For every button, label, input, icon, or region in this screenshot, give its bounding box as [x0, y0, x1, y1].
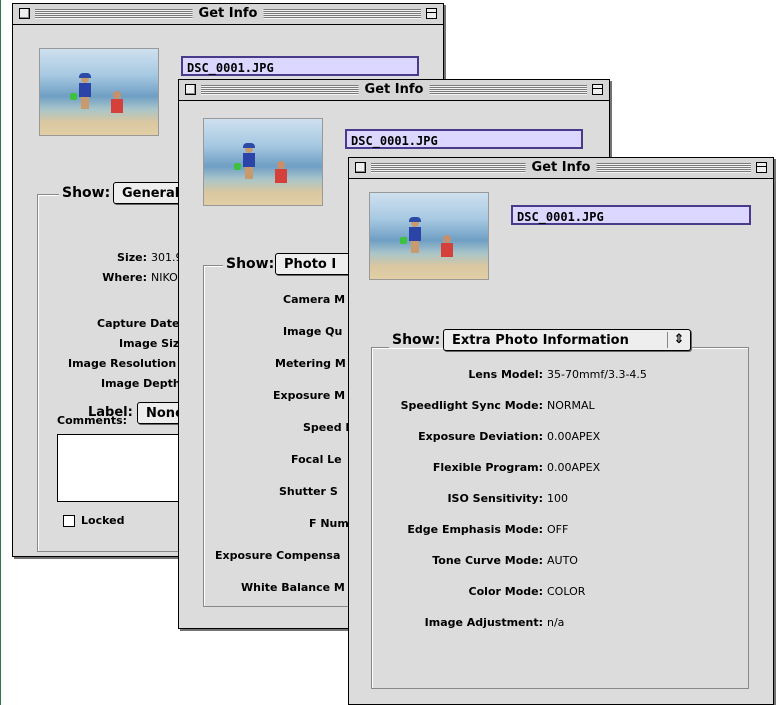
row-value: 0.00APEX: [547, 461, 601, 474]
row-label: Edge Emphasis Mode:: [407, 523, 543, 536]
show-popup-value: Extra Photo Information: [452, 333, 629, 348]
row-label: Exposure Deviation:: [418, 430, 543, 443]
row-label: Lens Model:: [468, 368, 543, 381]
f-number-label: F Num: [309, 517, 349, 530]
window-title: Get Info: [192, 5, 264, 23]
filename-field[interactable]: DSC_0001.JPG: [181, 56, 419, 76]
window-title: Get Info: [358, 81, 430, 99]
show-popup[interactable]: Extra Photo Information ⇕: [443, 329, 691, 351]
row-label: Image Adjustment:: [424, 616, 543, 629]
row-value: AUTO: [547, 554, 578, 567]
show-label: Show:: [389, 332, 444, 348]
metering-mode-label: Metering M: [275, 357, 346, 370]
exposure-mode-label: Exposure M: [273, 389, 346, 402]
row-value: 100: [547, 492, 568, 505]
photo-thumbnail: [39, 48, 159, 136]
get-info-window-extra[interactable]: Get Info DSC_0001.JPG Show: Extra Photo …: [348, 157, 774, 705]
title-bar[interactable]: Get Info: [349, 158, 773, 179]
row-label: Color Mode:: [468, 585, 543, 598]
row-value: 35-70mmf/3.3-4.5: [547, 368, 647, 381]
image-quality-label: Image Qu: [283, 325, 343, 338]
window-title: Get Info: [525, 159, 597, 177]
row-label: Speedlight Sync Mode:: [400, 399, 543, 412]
row-value: OFF: [547, 523, 569, 536]
where-label: Where:: [102, 271, 147, 284]
zoom-box-icon[interactable]: [592, 84, 603, 95]
left-edge-rule: [0, 0, 1, 705]
show-label: Show:: [59, 185, 114, 201]
photo-thumbnail: [369, 192, 489, 280]
row-label: ISO Sensitivity:: [447, 492, 543, 505]
title-bar[interactable]: Get Info: [13, 4, 443, 25]
size-label: Size:: [117, 251, 147, 264]
exposure-compensation-label: Exposure Compensa: [215, 549, 341, 562]
white-balance-label: White Balance M: [241, 581, 345, 594]
close-box-icon[interactable]: [19, 8, 30, 19]
updown-arrow-icon: ⇕: [667, 332, 690, 348]
camera-model-label: Camera M: [283, 293, 346, 306]
row-label: Tone Curve Mode:: [432, 554, 543, 567]
close-box-icon[interactable]: [185, 84, 196, 95]
locked-checkbox[interactable]: [63, 515, 75, 527]
capture-date-label: Capture Date: [97, 317, 180, 330]
comments-textarea[interactable]: [57, 434, 189, 502]
row-value: NORMAL: [547, 399, 595, 412]
locked-label: Locked: [81, 514, 125, 527]
show-label: Show:: [223, 256, 278, 272]
row-label: Flexible Program:: [432, 461, 543, 474]
title-bar[interactable]: Get Info: [179, 80, 609, 101]
row-value: 0.00APEX: [547, 430, 601, 443]
close-box-icon[interactable]: [355, 162, 366, 173]
row-value: n/a: [547, 616, 565, 629]
comments-label: Comments:: [57, 414, 128, 427]
row-value: COLOR: [547, 585, 586, 598]
photo-thumbnail: [203, 118, 323, 206]
shutter-speed-label: Shutter S: [279, 485, 338, 498]
filename-field[interactable]: DSC_0001.JPG: [345, 129, 583, 149]
focal-length-label: Focal Le: [291, 453, 342, 466]
speedlight-label: Speed L: [303, 421, 353, 434]
filename-field[interactable]: DSC_0001.JPG: [511, 205, 751, 225]
image-resolution-label: Image Resolution: [68, 357, 177, 370]
zoom-box-icon[interactable]: [426, 8, 437, 19]
image-depth-label: Image Depth: [101, 377, 181, 390]
zoom-box-icon[interactable]: [756, 162, 767, 173]
image-size-label: Image Size: [119, 337, 187, 350]
